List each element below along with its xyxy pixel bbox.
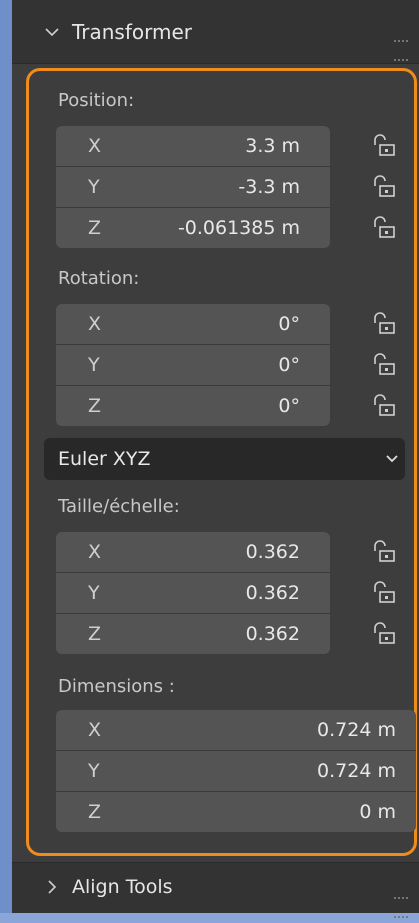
rotation-mode-value: Euler XYZ [58, 448, 151, 470]
dimensions-label: Dimensions : [58, 676, 175, 697]
unlock-icon[interactable] [369, 173, 401, 201]
axis-label: Y [88, 176, 100, 198]
scale-z-field[interactable]: Z 0.362 [56, 614, 330, 654]
axis-label: Z [88, 217, 102, 239]
transform-panel: Transformer Position: X 3.3 m Y -3.3 m Z… [12, 0, 419, 918]
unlock-icon[interactable] [369, 310, 401, 338]
position-z-field[interactable]: Z -0.061385 m [56, 208, 330, 248]
unlock-icon[interactable] [369, 579, 401, 607]
field-value: 0° [278, 354, 300, 376]
drag-handle-icon[interactable] [393, 28, 409, 66]
panel-header-align-tools[interactable]: Align Tools [12, 862, 419, 918]
dimensions-y-field[interactable]: Y 0.724 m [56, 751, 416, 791]
panel-header-transformer[interactable]: Transformer [12, 0, 419, 64]
rotation-mode-select[interactable]: Euler XYZ [44, 438, 405, 480]
chevron-right-icon [48, 880, 57, 894]
position-y-field[interactable]: Y -3.3 m [56, 167, 330, 207]
chevron-down-icon [45, 28, 59, 37]
field-value: 0° [278, 313, 300, 335]
field-value: -3.3 m [238, 176, 300, 198]
rotation-z-field[interactable]: Z 0° [56, 386, 330, 426]
scale-x-field[interactable]: X 0.362 [56, 532, 330, 572]
unlock-icon[interactable] [369, 392, 401, 420]
unlock-icon[interactable] [369, 214, 401, 242]
field-value: 0.362 [245, 541, 300, 563]
scale-label: Taille/échelle: [58, 496, 180, 517]
chevron-down-icon [386, 455, 398, 463]
dimensions-x-field[interactable]: X 0.724 m [56, 710, 416, 750]
axis-label: X [88, 541, 102, 563]
unlock-icon[interactable] [369, 620, 401, 648]
scale-y-field[interactable]: Y 0.362 [56, 573, 330, 613]
window-edge [0, 0, 12, 913]
dimensions-z-field[interactable]: Z 0 m [56, 792, 416, 832]
align-tools-title: Align Tools [72, 876, 173, 898]
rotation-y-field[interactable]: Y 0° [56, 345, 330, 385]
axis-label: Z [88, 395, 102, 417]
panel-title: Transformer [72, 20, 193, 44]
rotation-label: Rotation: [58, 268, 140, 289]
unlock-icon[interactable] [369, 538, 401, 566]
axis-label: X [88, 135, 102, 157]
axis-label: Y [88, 354, 100, 376]
unlock-icon[interactable] [369, 351, 401, 379]
rotation-x-field[interactable]: X 0° [56, 304, 330, 344]
axis-label: Y [88, 582, 100, 604]
field-value: 0.724 m [317, 719, 396, 741]
field-value: 0 m [359, 801, 396, 823]
axis-label: X [88, 313, 102, 335]
field-value: -0.061385 m [177, 217, 300, 239]
axis-label: Z [88, 801, 102, 823]
field-value: 3.3 m [245, 135, 300, 157]
drag-handle-icon[interactable] [393, 885, 409, 923]
axis-label: Z [88, 623, 102, 645]
axis-label: Y [88, 760, 100, 782]
position-label: Position: [58, 90, 135, 111]
field-value: 0.724 m [317, 760, 396, 782]
unlock-icon[interactable] [369, 132, 401, 160]
field-value: 0.362 [245, 582, 300, 604]
axis-label: X [88, 719, 102, 741]
field-value: 0° [278, 395, 300, 417]
position-x-field[interactable]: X 3.3 m [56, 126, 330, 166]
field-value: 0.362 [245, 623, 300, 645]
